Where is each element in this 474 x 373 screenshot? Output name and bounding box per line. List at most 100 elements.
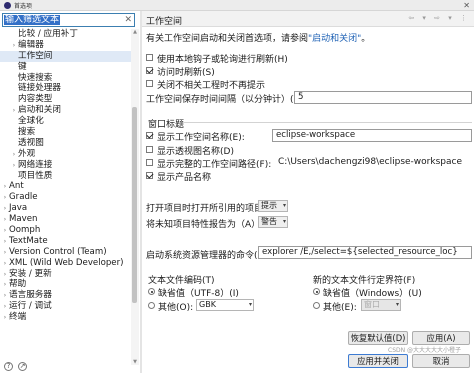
clear-filter-icon[interactable]: ✕ — [124, 14, 132, 26]
scrollbar-thumb[interactable] — [132, 107, 137, 303]
restore-defaults-button[interactable]: 恢复默认值(D) — [348, 331, 408, 345]
tree-item-label: 启动和关闭 — [18, 105, 61, 116]
import-export-icon[interactable]: ↗ — [18, 362, 27, 371]
intro-text: 有关工作空间启动和关闭首选项，请参阅"启动和关闭"。 — [146, 31, 370, 44]
save-interval-input[interactable]: 5 — [294, 91, 472, 104]
tree-item-label: 网络连接 — [18, 159, 53, 170]
filter-text: 输入筛选文本 — [4, 15, 61, 25]
help-icon[interactable]: ? — [4, 362, 13, 371]
open-referenced-value: 提示 — [261, 201, 277, 210]
tree-item[interactable]: 键 — [0, 62, 131, 73]
tree-item[interactable]: › 安装 / 更新 — [0, 269, 131, 280]
tree-item-label: 内容类型 — [18, 94, 53, 105]
tree-item[interactable]: 搜索 — [0, 127, 131, 138]
chevron-down-icon: ▾ — [282, 218, 286, 225]
tree-item[interactable]: › 运行 / 调试 — [0, 301, 131, 312]
tree-item[interactable]: › Ant — [0, 181, 131, 192]
tree-item-label: 比较 / 应用补丁 — [18, 29, 78, 39]
tree-item[interactable]: › XML (Wild Web Developer) — [0, 258, 131, 269]
tree-item[interactable]: 比较 / 应用补丁 — [0, 29, 131, 40]
unknown-nature-value: 警告 — [261, 217, 277, 226]
chevron-down-icon: ▾ — [395, 301, 399, 308]
tree-item-label: 终端 — [9, 312, 27, 323]
tree-item-label: 外观 — [18, 148, 36, 159]
tree-item-label: Ant — [9, 181, 24, 192]
delimiter-group-label: 新的文本文件行定界符(F) — [313, 276, 416, 286]
history-nav-icons[interactable]: ⇦ ▾ ⇨ ▾ ⋮ — [408, 14, 470, 22]
tree-item[interactable]: 链接处理器 — [0, 83, 131, 94]
open-referenced-select[interactable]: 提示 ▾ — [258, 200, 288, 212]
explorer-cmd-input[interactable]: explorer /E,/select=${selected_resource_… — [258, 246, 472, 259]
scroll-up-icon[interactable]: ▲ — [131, 29, 139, 35]
tree-item[interactable]: › Oomph — [0, 225, 131, 236]
tree-item[interactable]: › 终端 — [0, 312, 131, 323]
ws-name-input[interactable]: eclipse-workspace — [272, 129, 472, 142]
tree-item[interactable]: 内容类型 — [0, 94, 131, 105]
footer-icons: ? ↗ — [4, 361, 44, 373]
tree-item[interactable]: › 帮助 — [0, 279, 131, 290]
tree-item[interactable]: › 启动和关闭 — [0, 105, 131, 116]
delimiter-other-radio[interactable] — [313, 302, 320, 309]
unknown-nature-select[interactable]: 警告 ▾ — [258, 216, 288, 228]
tree-item-label: XML (Wild Web Developer) — [9, 257, 124, 268]
window-title: 首选项 — [14, 3, 33, 10]
show-product-checkbox[interactable] — [146, 172, 153, 179]
show-ws-name-checkbox[interactable] — [146, 132, 153, 139]
tree-item-label: Java — [9, 203, 28, 214]
intro-suffix: 。 — [361, 34, 371, 44]
tree-item-label: 运行 / 调试 — [9, 301, 52, 312]
show-perspective-checkbox[interactable] — [146, 146, 153, 153]
close-unrelated-label: 关闭不相关工程时不再提示 — [157, 81, 266, 91]
tree-item[interactable]: 全球化 — [0, 116, 131, 127]
tree-item-label: 搜索 — [18, 127, 36, 138]
refresh-on-access-checkbox[interactable] — [146, 67, 153, 74]
delimiter-default-radio[interactable] — [313, 288, 320, 295]
apply-and-close-button[interactable]: 应用并关闭 — [348, 354, 408, 368]
tree-item[interactable]: › Gradle — [0, 192, 131, 203]
close-icon[interactable]: ✕ — [463, 0, 470, 11]
show-perspective-label: 显示透视图名称(D) — [157, 147, 234, 157]
show-full-path-checkbox[interactable] — [146, 159, 153, 166]
tree-item[interactable]: 透视图 — [0, 138, 131, 149]
native-hooks-checkbox[interactable] — [146, 54, 153, 61]
tree-item-label: 语言服务器 — [9, 290, 52, 301]
page-title: 工作空间 — [146, 17, 183, 27]
chevron-right-icon[interactable]: › — [1, 313, 9, 324]
cancel-button[interactable]: 取消 — [412, 354, 470, 368]
tree-item[interactable]: › 网络连接 — [0, 160, 131, 171]
startup-shutdown-link[interactable]: "启动和关闭" — [308, 34, 361, 44]
save-interval-label: 工作空间保存时间间隔（以分钟计）(W): — [146, 95, 309, 105]
scroll-down-icon[interactable]: ▼ — [131, 359, 139, 365]
encoding-default-label: 缺省值（UTF-8）(I) — [158, 289, 239, 299]
delimiter-select[interactable]: 窗口 ▾ — [361, 299, 401, 311]
tree-item[interactable]: › 语言服务器 — [0, 290, 131, 301]
watermark: CSDN @大大大大大小橙子 — [388, 347, 462, 354]
tree-item-label: 链接处理器 — [18, 83, 61, 94]
show-full-path-label: 显示完整的工作空间路径(F): — [157, 160, 272, 170]
tree-item-label: TextMate — [9, 235, 48, 246]
group-separator — [184, 122, 472, 123]
tree-item[interactable]: › Java — [0, 203, 131, 214]
filter-input[interactable]: 输入筛选文本 ✕ — [2, 13, 135, 27]
tree-item[interactable]: › Maven — [0, 214, 131, 225]
tree-item[interactable]: › Version Control (Team) — [0, 247, 131, 258]
tree-item-label: 工作空间 — [18, 50, 53, 61]
tree-item[interactable]: › 外观 — [0, 149, 131, 160]
encoding-other-label: 其他(O): — [158, 303, 194, 313]
intro-prefix: 有关工作空间启动和关闭首选项，请参阅 — [146, 34, 309, 44]
tree-item[interactable]: 快速搜索 — [0, 73, 131, 84]
tree-item[interactable]: 工作空间 — [0, 50, 131, 62]
encoding-group-label: 文本文件编码(T) — [148, 276, 215, 286]
tree-item-label: 透视图 — [18, 137, 44, 148]
encoding-default-radio[interactable] — [148, 288, 155, 295]
encoding-select[interactable]: GBK ▾ — [196, 299, 254, 311]
tree-item[interactable]: 项目性质 — [0, 171, 131, 182]
tree-item-label: 帮助 — [9, 279, 27, 290]
encoding-other-radio[interactable] — [148, 302, 155, 309]
tree-item[interactable]: › TextMate — [0, 236, 131, 247]
tree-item[interactable]: › 编辑器 — [0, 40, 131, 51]
tree-scrollbar[interactable]: ▲ ▼ — [131, 29, 139, 365]
apply-button[interactable]: 应用(A) — [412, 331, 470, 345]
window-title-group-label: 窗口标题 — [148, 120, 185, 130]
close-unrelated-checkbox[interactable] — [146, 80, 153, 87]
